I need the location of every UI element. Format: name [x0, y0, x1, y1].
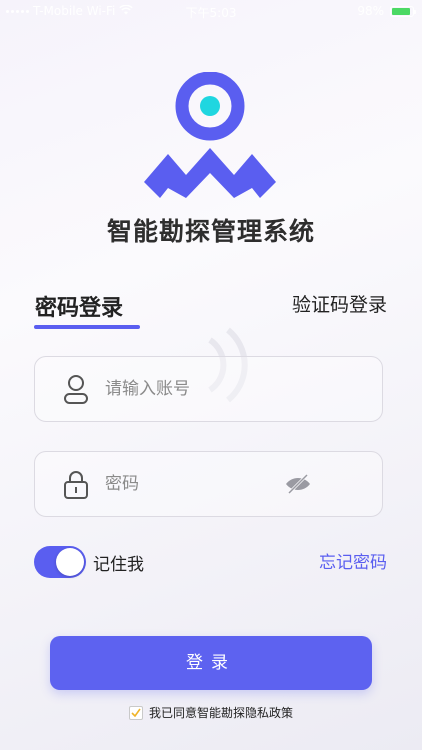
forgot-password-link[interactable]: 忘记密码	[319, 548, 387, 573]
agreement-checkbox[interactable]	[128, 705, 143, 720]
battery-area: 98%	[357, 4, 416, 18]
battery-icon	[390, 5, 416, 17]
password-field[interactable]	[34, 451, 383, 517]
remember-toggle[interactable]	[34, 546, 86, 578]
account-field[interactable]	[34, 356, 383, 422]
account-input[interactable]	[105, 379, 285, 399]
login-button[interactable]: 登录	[50, 636, 372, 690]
remember-label: 记住我	[93, 555, 144, 575]
lock-icon	[61, 469, 91, 499]
toggle-knob	[56, 548, 84, 576]
check-icon	[131, 708, 141, 717]
app-logo	[144, 72, 276, 198]
password-input[interactable]	[105, 474, 285, 494]
app-title: 智能勘探管理系统	[106, 217, 315, 246]
agreement-row: 我已同意智能勘探隐私政策	[0, 704, 422, 721]
tab-code-login[interactable]: 验证码登录	[292, 290, 387, 317]
tab-password-login[interactable]: 密码登录	[35, 290, 123, 322]
status-bar: T-Mobile Wi-Fi 下午5:03 98%	[0, 0, 422, 22]
eye-off-icon[interactable]	[284, 472, 312, 496]
battery-percent: 98%	[357, 4, 384, 18]
agreement-text[interactable]: 我已同意智能勘探隐私政策	[149, 704, 293, 721]
active-tab-indicator	[34, 325, 140, 329]
user-icon	[61, 374, 91, 404]
